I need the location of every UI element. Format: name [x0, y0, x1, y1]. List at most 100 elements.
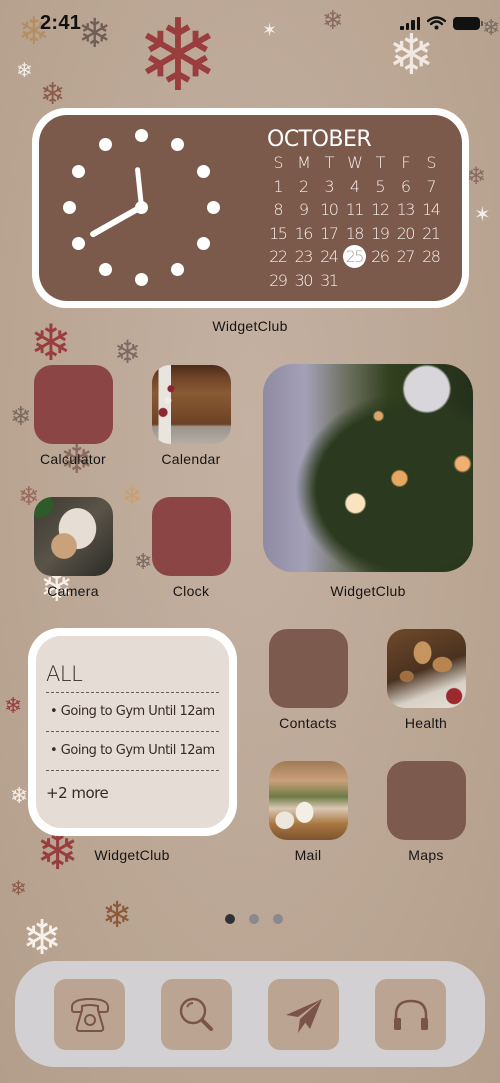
- app-label-clock: Clock: [172, 583, 210, 599]
- calendar-day: 15: [269, 223, 288, 243]
- dock-app-search[interactable]: [161, 979, 232, 1050]
- calendar-day: 24: [320, 247, 339, 266]
- calendar-grid: S M T W T F S 1 2 3 4 5 6 7 8 9 10 11 12 13 14 15 16 17 18 19 20 21…: [265, 151, 444, 292]
- calendar-day: 10: [320, 200, 339, 219]
- page-indicator[interactable]: [225, 914, 283, 924]
- telephone-icon: [70, 997, 109, 1032]
- clock-center: [134, 200, 148, 214]
- calendar-day: 17: [320, 223, 339, 243]
- calendar-day: 11: [345, 200, 365, 219]
- calendar-day: 18: [345, 223, 365, 243]
- photo-widget[interactable]: [263, 364, 473, 572]
- calendar-day: 13: [396, 200, 416, 219]
- calendar-clock-widget[interactable]: OCTOBER S M T W T F S 1 2 3 4 5 6 7 8 9 10 11 12 13 14 15 16 17…: [32, 108, 469, 308]
- dock-app-music[interactable]: [375, 979, 446, 1050]
- app-icon-contacts[interactable]: [269, 629, 348, 708]
- calendar-day: 9: [298, 200, 309, 219]
- calendar-clock-widget-body: OCTOBER S M T W T F S 1 2 3 4 5 6 7 8 9 10 11 12 13 14 15 16 17…: [39, 115, 462, 301]
- dock-app-send[interactable]: [268, 979, 339, 1050]
- snowflake-icon: ❄: [30, 314, 72, 372]
- snowflake-icon: ✶: [262, 20, 278, 41]
- analog-clock: [61, 127, 221, 287]
- app-label-calendar: Calendar: [161, 451, 221, 467]
- app-icon-calendar[interactable]: [152, 365, 231, 444]
- snowflake-icon: ❄: [10, 876, 27, 900]
- app-icon-health[interactable]: [387, 629, 466, 708]
- app-label-camera: Camera: [47, 583, 99, 599]
- clock-hour-marker: [72, 164, 86, 178]
- snowflake-icon: ✶: [474, 202, 491, 226]
- snowflake-icon: ❄: [482, 16, 500, 41]
- calendar-day: 26: [371, 247, 390, 266]
- calendar-day: 29: [269, 270, 288, 290]
- app-icon-mail[interactable]: [269, 761, 348, 840]
- calendar-day: 1: [273, 176, 283, 196]
- clock-hour-marker: [98, 138, 112, 152]
- calendar-day: 5: [375, 176, 385, 196]
- page-dot-1[interactable]: [225, 914, 235, 924]
- snowflake-icon: ❄: [4, 694, 23, 719]
- dock-app-phone[interactable]: [54, 979, 125, 1050]
- status-time: 2:41: [40, 12, 82, 34]
- magnifier-icon: [179, 997, 213, 1031]
- calendar-day: 2: [298, 176, 309, 196]
- clock-hour-marker: [62, 200, 76, 214]
- status-icons: [400, 16, 483, 30]
- snowflake-icon: ❄: [10, 402, 32, 432]
- calendar-day: 31: [320, 270, 339, 290]
- cellular-signal-icon: [400, 16, 420, 30]
- app-icon-camera[interactable]: [34, 497, 113, 576]
- calendar-weekday: W: [347, 153, 363, 172]
- calendar-day: 27: [396, 247, 416, 266]
- reminder-item[interactable]: • Going to Gym Until 12am ...: [46, 692, 219, 731]
- app-label-health: Health: [404, 715, 448, 731]
- app-icon-clock[interactable]: [152, 497, 231, 576]
- snowflake-icon: ❄: [136, 0, 220, 114]
- app-label-calculator: Calculator: [39, 451, 107, 467]
- calendar-day: 3: [324, 176, 334, 196]
- clock-hour-marker: [170, 262, 184, 276]
- app-label-mail: Mail: [294, 847, 322, 863]
- headphones-icon: [393, 999, 428, 1030]
- calendar-weekday: T: [324, 153, 335, 172]
- calendar-day: 6: [400, 176, 411, 196]
- calendar-day: 28: [422, 247, 441, 266]
- snowflake-icon: ❄: [122, 482, 143, 510]
- clock-hour-marker: [196, 164, 210, 178]
- calendar-day: 21: [422, 223, 441, 243]
- dock: [15, 961, 485, 1067]
- snowflake-icon: ❄: [10, 784, 29, 809]
- reminders-widget[interactable]: ALL • Going to Gym Until 12am ... • Goin…: [28, 628, 237, 836]
- clock-hour-marker: [134, 128, 148, 142]
- wifi-icon: [427, 16, 446, 30]
- clock-hour-marker: [196, 236, 210, 250]
- calendar-weekday: S: [273, 153, 283, 172]
- calendar-day-today: 25: [342, 245, 366, 268]
- calendar-weekday: S: [426, 153, 436, 172]
- reminders-more[interactable]: +2 more: [46, 770, 219, 815]
- reminders-widget-label: WidgetClub: [94, 847, 170, 863]
- clock-hour-marker: [98, 262, 112, 276]
- calendar-weekday: T: [375, 153, 386, 172]
- app-label-maps: Maps: [408, 847, 444, 863]
- calendar-month: OCTOBER: [267, 127, 372, 152]
- calendar-day: 8: [273, 200, 283, 219]
- calendar-day: 4: [349, 176, 360, 196]
- reminder-item[interactable]: • Going to Gym Until 12am ...: [46, 731, 219, 770]
- page-dot-3[interactable]: [273, 914, 283, 924]
- clock-hour-marker: [170, 138, 184, 152]
- battery-icon: [453, 16, 483, 30]
- calendar-day: 7: [426, 176, 436, 196]
- snowflake-icon: ❄: [22, 910, 63, 966]
- calendar-widget-label: WidgetClub: [212, 318, 288, 334]
- calendar-day: 23: [294, 247, 314, 266]
- snowflake-icon: ❄: [388, 23, 435, 88]
- calendar-weekday: F: [401, 153, 410, 172]
- clock-hour-marker: [206, 200, 220, 214]
- calendar-day: 20: [396, 223, 416, 243]
- app-icon-maps[interactable]: [387, 761, 466, 840]
- page-dot-2[interactable]: [249, 914, 259, 924]
- photo-widget-label: WidgetClub: [330, 583, 406, 599]
- calendar-day: 14: [422, 200, 441, 219]
- app-icon-calculator[interactable]: [34, 365, 113, 444]
